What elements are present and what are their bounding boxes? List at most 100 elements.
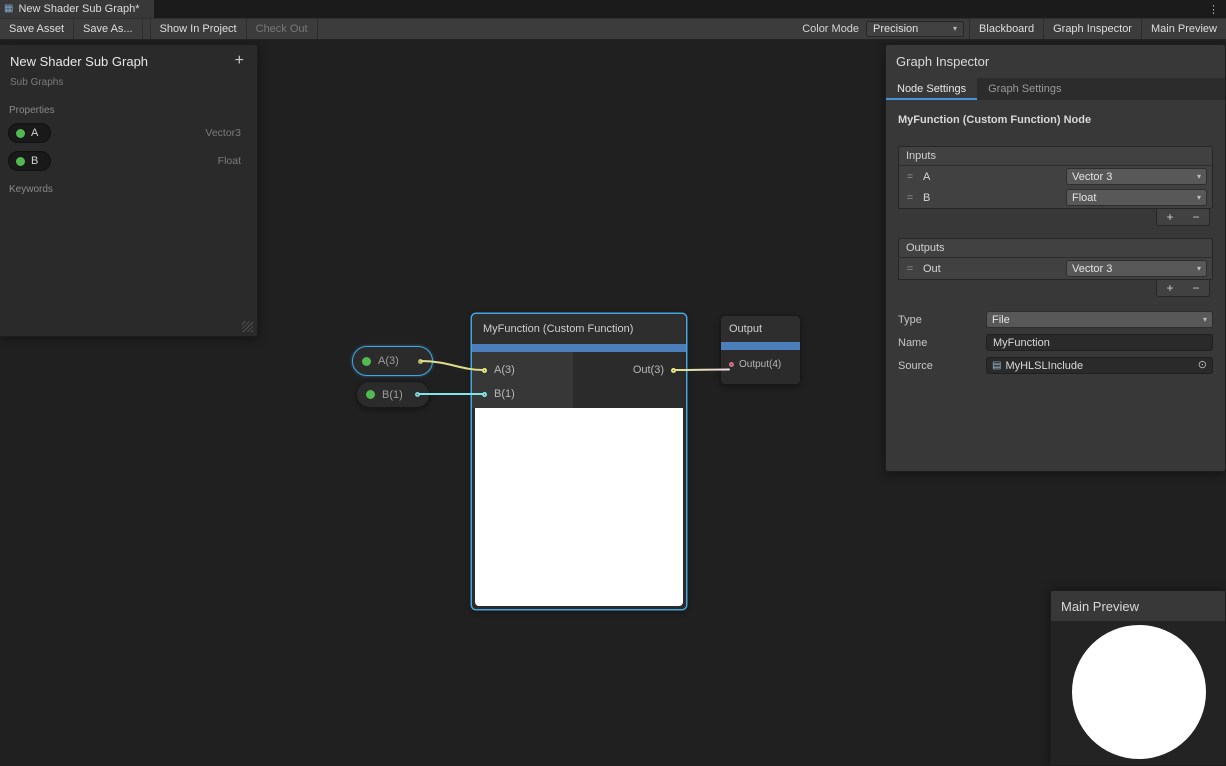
node-title-text: Output (729, 323, 762, 335)
add-output-button[interactable]: + (1157, 280, 1183, 296)
property-node-label: A(3) (378, 355, 399, 367)
property-b-output-port-icon[interactable] (415, 392, 420, 397)
add-property-button[interactable]: + (235, 52, 244, 70)
resize-grip[interactable] (242, 321, 253, 332)
asset-tab[interactable]: ▦ New Shader Sub Graph* (0, 0, 154, 18)
node-preview-image (475, 408, 683, 606)
output-type-value: Vector 3 (1072, 263, 1112, 275)
main-preview-viewport[interactable] (1051, 621, 1225, 765)
caret-down-icon: ▾ (1203, 316, 1207, 324)
drag-handle-icon[interactable]: = (904, 263, 916, 275)
output-row-out[interactable]: = Out Vector 3 ▾ (899, 258, 1212, 279)
property-row: A Vector3 (0, 119, 257, 147)
outputs-list: Outputs = Out Vector 3 ▾ (898, 238, 1213, 280)
name-value: MyFunction (993, 337, 1050, 349)
port-output4-connector-icon[interactable] (729, 362, 734, 367)
blackboard-header[interactable]: New Shader Sub Graph Sub Graphs + (0, 45, 257, 96)
toolbar-right-group: Color Mode Precision ▾ Blackboard Graph … (795, 19, 1226, 39)
caret-down-icon: ▾ (1197, 173, 1201, 181)
property-pill-b[interactable]: B (8, 151, 51, 171)
tab-title: New Shader Sub Graph* (18, 3, 139, 15)
name-field[interactable]: MyFunction (986, 334, 1213, 351)
main-preview-title[interactable]: Main Preview (1051, 591, 1225, 621)
node-title-text: MyFunction (Custom Function) (483, 323, 633, 335)
inspector-tabs: Node Settings Graph Settings (886, 78, 1225, 100)
window-tab-bar: ▦ New Shader Sub Graph* ⋮ (0, 0, 1226, 18)
input-type-value: Float (1072, 192, 1096, 204)
output-port-row: Output(4) (721, 352, 800, 376)
graph-inspector-toggle-button[interactable]: Graph Inspector (1043, 19, 1141, 39)
inputs-list-header: Inputs (899, 147, 1212, 166)
object-picker-icon[interactable]: ⊙ (1198, 360, 1207, 371)
graph-inspector-panel: Graph Inspector Node Settings Graph Sett… (885, 44, 1226, 472)
shader-graph-asset-icon: ▦ (4, 4, 13, 14)
port-a-label: A(3) (494, 364, 515, 376)
node-output-column: Out(3) (573, 352, 686, 408)
node-title: Output (721, 316, 800, 342)
port-b-connector-icon[interactable] (482, 392, 487, 397)
property-name: A (31, 127, 38, 139)
source-object-field[interactable]: ▤ MyHLSLInclude ⊙ (986, 357, 1213, 374)
remove-output-button[interactable]: − (1183, 280, 1209, 296)
shader-graph-window: ▦ New Shader Sub Graph* ⋮ Save Asset Sav… (0, 0, 1226, 766)
toolbar: Save Asset Save As... Show In Project Ch… (0, 18, 1226, 40)
show-in-project-button[interactable]: Show In Project (150, 19, 247, 39)
color-mode-value: Precision (873, 23, 918, 35)
save-asset-button[interactable]: Save Asset (0, 19, 74, 39)
port-a-connector-icon[interactable] (482, 368, 487, 373)
window-menu-icon[interactable]: ⋮ (1201, 0, 1226, 18)
output-node[interactable]: Output Output(4) (720, 315, 801, 385)
port-b-label: B(1) (494, 388, 515, 400)
type-value: File (992, 314, 1010, 326)
blackboard-panel: New Shader Sub Graph Sub Graphs + Proper… (0, 44, 258, 337)
property-row: B Float (0, 147, 257, 175)
input-port-row: B(1) (472, 382, 573, 406)
output-type-dropdown[interactable]: Vector 3 ▾ (1066, 260, 1207, 277)
outputs-list-footer: + − (898, 280, 1210, 297)
exposed-dot-icon (16, 129, 25, 138)
node-title: MyFunction (Custom Function) (472, 314, 686, 344)
port-out-connector-icon[interactable] (671, 368, 676, 373)
add-input-button[interactable]: + (1157, 209, 1183, 225)
tab-node-settings[interactable]: Node Settings (886, 78, 977, 100)
main-preview-toggle-button[interactable]: Main Preview (1141, 19, 1226, 39)
port-out-label: Out(3) (633, 364, 664, 376)
exposed-property-dot-icon (366, 390, 375, 399)
exposed-dot-icon (16, 157, 25, 166)
function-fields: Type File ▾ Name MyFunction Source ▤ (898, 311, 1213, 374)
blackboard-subtitle: Sub Graphs (10, 77, 245, 88)
custom-function-node[interactable]: MyFunction (Custom Function) A(3) B(1) O… (471, 313, 687, 610)
type-label: Type (898, 314, 986, 326)
blackboard-toggle-button[interactable]: Blackboard (969, 19, 1043, 39)
script-asset-icon: ▤ (992, 361, 1001, 371)
input-name: A (923, 171, 930, 183)
input-type-dropdown[interactable]: Vector 3 ▾ (1066, 168, 1207, 185)
graph-inspector-title[interactable]: Graph Inspector (886, 45, 1225, 78)
input-type-dropdown[interactable]: Float ▾ (1066, 189, 1207, 206)
save-as-button[interactable]: Save As... (74, 19, 143, 39)
blackboard-title: New Shader Sub Graph (10, 54, 245, 69)
property-pill-a[interactable]: A (8, 123, 51, 143)
node-color-band (721, 342, 800, 350)
color-mode-label: Color Mode (795, 19, 866, 39)
property-node-b[interactable]: B(1) (356, 381, 430, 408)
preview-sphere (1072, 625, 1206, 759)
property-node-a[interactable]: A(3) (352, 346, 433, 376)
property-a-output-port-icon[interactable] (418, 359, 423, 364)
color-mode-dropdown[interactable]: Precision ▾ (866, 21, 964, 37)
drag-handle-icon[interactable]: = (904, 192, 916, 204)
caret-down-icon: ▾ (1197, 265, 1201, 273)
drag-handle-icon[interactable]: = (904, 171, 916, 183)
property-node-label: B(1) (382, 389, 403, 401)
input-type-value: Vector 3 (1072, 171, 1112, 183)
input-row-a[interactable]: = A Vector 3 ▾ (899, 166, 1212, 187)
remove-input-button[interactable]: − (1183, 209, 1209, 225)
property-name: B (31, 155, 38, 167)
inspector-body: MyFunction (Custom Function) Node Inputs… (886, 100, 1225, 471)
tab-graph-settings[interactable]: Graph Settings (977, 78, 1072, 100)
inputs-list: Inputs = A Vector 3 ▾ = B Float ▾ (898, 146, 1213, 209)
type-dropdown[interactable]: File ▾ (986, 311, 1213, 328)
input-name: B (923, 192, 930, 204)
input-row-b[interactable]: = B Float ▾ (899, 187, 1212, 208)
output-port-row: Out(3) (633, 358, 686, 382)
